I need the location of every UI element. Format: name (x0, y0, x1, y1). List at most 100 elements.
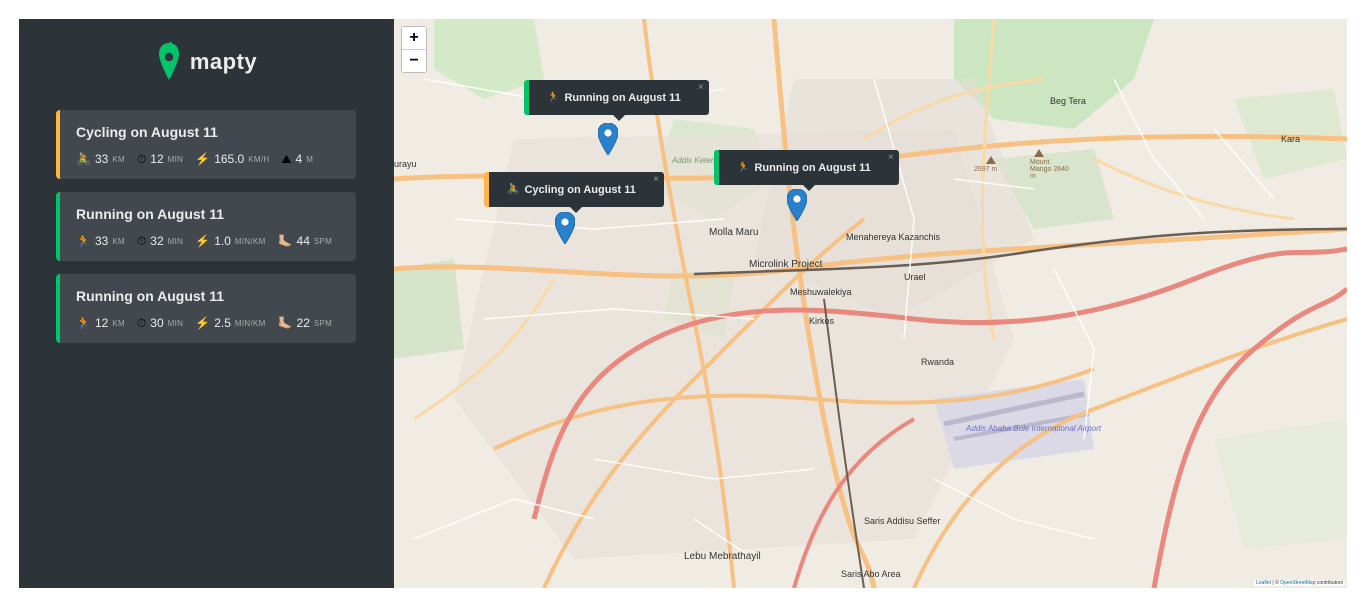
lightning-icon: ⚡️ (195, 316, 211, 330)
stat-value: 1.0 (214, 234, 231, 248)
map-label: Microlink Project (749, 259, 823, 270)
stat-value: 2.5 (214, 316, 231, 330)
popup-label: Running on August 11 (754, 161, 871, 174)
map-label: Mount Mango 2640 m (1030, 159, 1069, 180)
stat-elevation: ⛰ 4 M (281, 151, 313, 167)
cyclist-icon: 🚴 (76, 152, 91, 166)
stat-unit: KM (112, 236, 125, 246)
workout-stats: 🏃 33 KM ⏱ 32 MIN ⚡️ 1.0 MIN/KM 🦶🏼 44 SPM (76, 233, 356, 249)
workout-item[interactable]: Cycling on August 11 🚴 33 KM ⏱ 12 MIN ⚡️ (56, 110, 356, 179)
map-label: Saris Abo Area (841, 569, 901, 579)
stat-value: 12 (150, 152, 164, 166)
zoom-out-button[interactable]: − (402, 49, 426, 72)
sidebar: mapty Cycling on August 11 🚴 33 KM ⏱ 12 … (19, 19, 394, 588)
close-icon[interactable]: × (653, 174, 659, 185)
cyclist-icon: 🚴 (507, 184, 520, 195)
map-attribution: Leaflet | © OpenStreetMap contributors (1254, 580, 1345, 586)
lightning-icon: ⚡️ (195, 152, 211, 166)
workout-item[interactable]: Running on August 11 🏃 12 KM ⏱ 30 MIN ⚡️ (56, 274, 356, 343)
workout-popup[interactable]: 🚴 Cycling on August 11 × (484, 172, 664, 213)
stat-unit: MIN (167, 236, 184, 246)
popup-label: Running on August 11 (564, 91, 681, 104)
map-label: Menahereya Kazanchis (846, 232, 941, 242)
stat-value: 44 (296, 234, 310, 248)
map-marker[interactable] (598, 123, 618, 155)
map[interactable]: Beg Tera Molla Maru Menahereya Kazanchis… (394, 19, 1347, 588)
workout-title: Running on August 11 (76, 288, 225, 304)
stat-unit: SPM (313, 236, 333, 246)
foot-icon: 🦶🏼 (277, 316, 293, 330)
zoom-in-button[interactable]: + (402, 27, 426, 49)
map-pin-icon (158, 42, 179, 80)
stat-unit: MIN/KM (234, 318, 266, 328)
stat-duration: ⏱ 12 MIN (137, 151, 183, 167)
stat-distance: 🏃 12 KM (76, 315, 125, 331)
close-icon[interactable]: × (888, 152, 894, 163)
workout-stats: 🏃 12 KM ⏱ 30 MIN ⚡️ 2.5 MIN/KM 🦶🏼 22 SPM (76, 315, 356, 331)
stat-cadence: 🦶🏼 44 SPM (278, 233, 333, 249)
workout-item[interactable]: Running on August 11 🏃 33 KM ⏱ 32 MIN ⚡️ (56, 192, 356, 261)
logo-text: mapty (189, 49, 258, 74)
zoom-control: + − (401, 26, 427, 73)
stat-distance: 🏃 33 KM (76, 233, 125, 249)
stat-pace: ⚡️ 1.0 MIN/KM (195, 233, 265, 249)
stat-value: 32 (150, 234, 164, 248)
map-marker[interactable] (555, 212, 575, 244)
runner-icon: 🏃 (76, 234, 91, 248)
map-marker[interactable] (787, 189, 807, 221)
stat-duration: ⏱ 32 MIN (137, 233, 183, 249)
map-label: Molla Maru (709, 227, 759, 238)
workout-popup[interactable]: 🏃 Running on August 11 × (714, 150, 899, 191)
popup-tip (612, 115, 625, 121)
stat-speed: ⚡️ 165.0 KM/H (195, 151, 269, 167)
workout-list: Cycling on August 11 🚴 33 KM ⏱ 12 MIN ⚡️ (56, 110, 356, 343)
map-label: Kirkos (809, 316, 835, 326)
map-label: Urael (904, 272, 926, 282)
workout-title: Running on August 11 (76, 206, 225, 222)
stopwatch-icon: ⏱ (136, 316, 147, 330)
popup-tip (802, 185, 815, 191)
map-label: Lebu Mebrathayil (684, 551, 761, 562)
map-label: Beg Tera (1050, 96, 1086, 106)
popup-tip (570, 207, 583, 213)
map-label: 2697 m (974, 166, 998, 173)
map-label: Rwanda (921, 357, 955, 367)
leaflet-link[interactable]: Leaflet (1256, 580, 1271, 586)
stat-unit: MIN (167, 154, 184, 164)
map-label: Saris Addisu Seffer (864, 516, 941, 526)
stopwatch-icon: ⏱ (136, 234, 147, 248)
runner-icon: 🏃 (547, 92, 560, 103)
popup-label: Cycling on August 11 (524, 183, 636, 196)
map-label: Addis Ababa Bole International Airport (966, 424, 1102, 433)
workout-stats: 🚴 33 KM ⏱ 12 MIN ⚡️ 165.0 KM/H ⛰ 4 M (76, 151, 356, 167)
attribution-separator: | © (1271, 580, 1281, 586)
stat-duration: ⏱ 30 MIN (137, 315, 183, 331)
stat-value: 33 (94, 234, 109, 248)
close-icon[interactable]: × (698, 82, 704, 93)
stat-value: 165.0 (214, 152, 245, 166)
stat-distance: 🚴 33 KM (76, 151, 125, 167)
stat-value: 4 (295, 152, 303, 166)
stat-value: 22 (296, 316, 310, 330)
stat-unit: KM/H (248, 154, 270, 164)
osm-link[interactable]: OpenStreetMap (1280, 580, 1315, 586)
foot-icon: 🦶🏼 (277, 234, 293, 248)
mountain-icon: ⛰ (281, 152, 292, 166)
stat-value: 12 (94, 316, 109, 330)
attribution-suffix: contributors (1315, 580, 1343, 586)
app-container: mapty Cycling on August 11 🚴 33 KM ⏱ 12 … (19, 19, 1347, 588)
stat-value: 30 (150, 316, 164, 330)
map-label: urayu (394, 159, 417, 169)
stat-cadence: 🦶🏼 22 SPM (278, 315, 333, 331)
stat-unit: SPM (313, 318, 333, 328)
map-label: Kara (1281, 134, 1301, 144)
stat-unit: MIN (167, 318, 184, 328)
workout-title: Cycling on August 11 (76, 124, 218, 140)
logo: mapty (59, 41, 356, 83)
stat-unit: KM (112, 154, 125, 164)
lightning-icon: ⚡️ (195, 234, 211, 248)
stat-pace: ⚡️ 2.5 MIN/KM (195, 315, 265, 331)
stat-unit: MIN/KM (234, 236, 266, 246)
runner-icon: 🏃 (737, 162, 750, 173)
workout-popup[interactable]: 🏃 Running on August 11 × (524, 80, 709, 121)
